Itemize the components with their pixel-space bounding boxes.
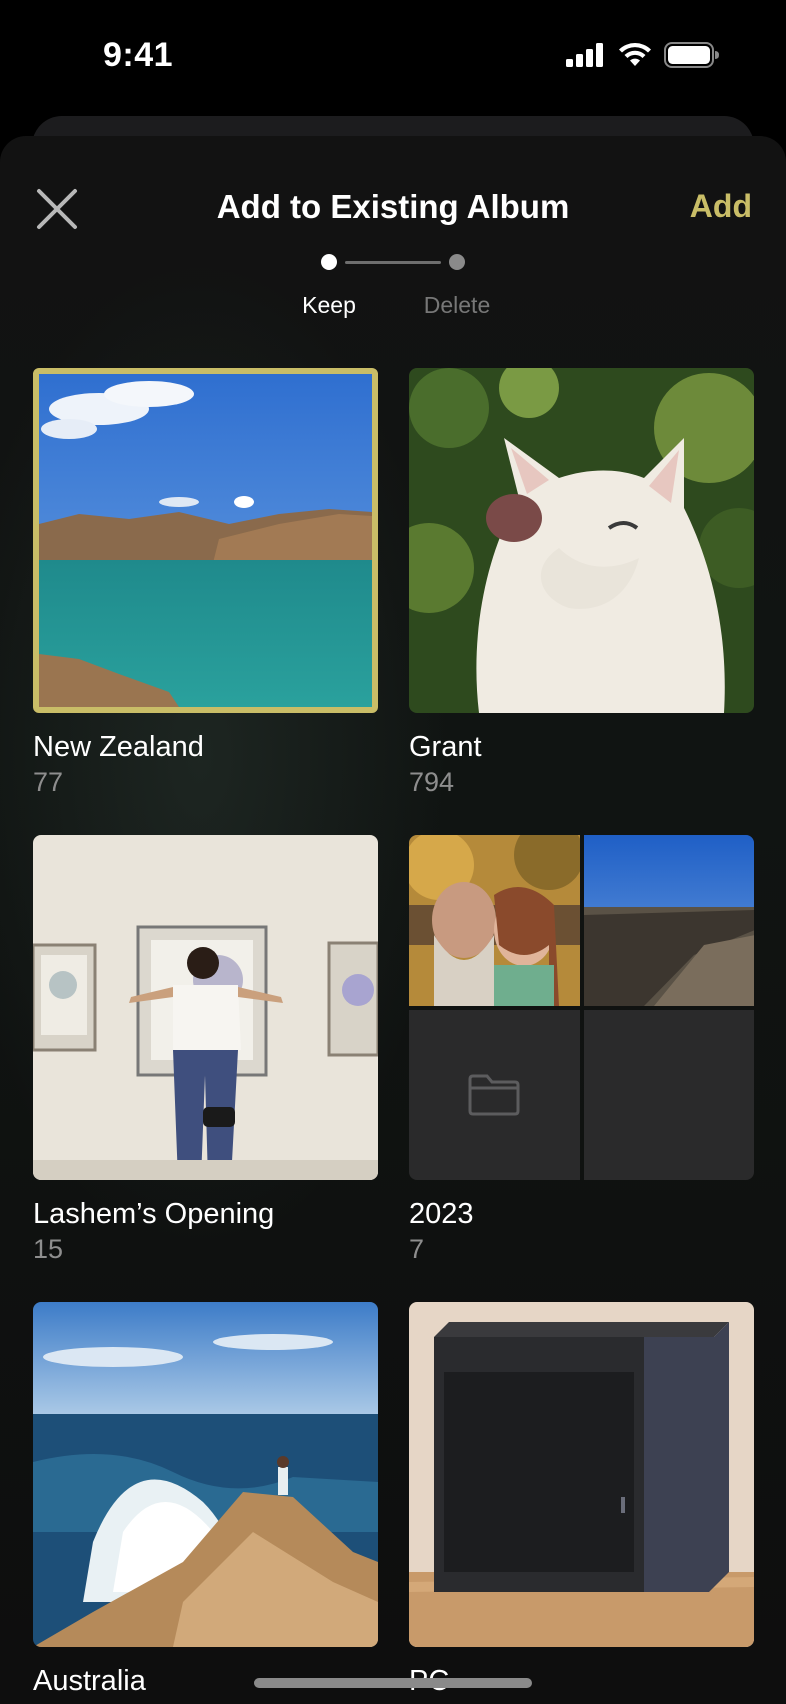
sheet-header: Add to Existing Album Add Keep Delete <box>0 136 786 336</box>
wifi-icon <box>619 43 651 66</box>
step-label-keep[interactable]: Keep <box>279 292 379 319</box>
album-thumbnail[interactable] <box>33 1302 378 1647</box>
album-name: 2023 <box>409 1198 474 1230</box>
white-dog-image <box>409 368 754 713</box>
home-indicator[interactable] <box>254 1678 532 1688</box>
album-thumbnail[interactable] <box>33 835 378 1180</box>
status-bar: 9:41 <box>0 0 786 110</box>
album-tile-australia[interactable]: Australia <box>33 1302 378 1697</box>
ocean-cliff-image <box>33 1302 378 1647</box>
selfie-couple-image <box>409 835 580 1006</box>
album-thumbnail[interactable] <box>33 368 378 713</box>
album-thumbnail-grid[interactable] <box>409 835 754 1180</box>
album-tile-new-zealand[interactable]: New Zealand 77 <box>33 368 378 797</box>
cellular-signal-icon <box>566 43 603 67</box>
album-thumbnail-cell <box>409 1009 580 1180</box>
status-icons <box>566 42 720 68</box>
battery-icon <box>664 42 719 68</box>
canyon-image <box>583 835 754 1006</box>
album-name: Grant <box>409 731 482 763</box>
album-tile-grant[interactable]: Grant 794 <box>409 368 754 797</box>
album-thumbnail-cell <box>409 835 580 1006</box>
add-button[interactable]: Add <box>690 188 752 225</box>
step-dot-keep[interactable] <box>321 254 337 270</box>
album-thumbnail-cell <box>583 1009 754 1180</box>
status-time: 9:41 <box>103 36 174 74</box>
step-connector <box>345 261 441 264</box>
step-dot-delete[interactable] <box>449 254 465 270</box>
album-count: 15 <box>33 1234 64 1264</box>
step-label-delete[interactable]: Delete <box>407 292 507 319</box>
album-count: 794 <box>409 767 455 797</box>
album-tile-lashems-opening[interactable]: Lashem’s Opening 15 <box>33 835 378 1264</box>
album-picker-sheet: Add to Existing Album Add Keep Delete Ne… <box>0 136 786 1704</box>
sheet-title: Add to Existing Album <box>216 188 570 225</box>
album-count: 77 <box>33 767 64 797</box>
lake-landscape-image <box>39 374 372 707</box>
album-thumbnail[interactable] <box>409 368 754 713</box>
keep-delete-stepper[interactable]: Keep Delete <box>302 254 490 344</box>
album-thumbnail-cell <box>583 835 754 1006</box>
album-thumbnail[interactable] <box>409 1302 754 1647</box>
album-name: Australia <box>33 1665 146 1697</box>
folder-icon <box>468 1074 520 1116</box>
album-tile-2023[interactable]: 2023 7 <box>409 835 754 1264</box>
album-name: New Zealand <box>33 731 204 763</box>
album-count: 7 <box>409 1234 425 1264</box>
gallery-person-image <box>33 835 378 1180</box>
album-tile-pc[interactable]: PC <box>409 1302 754 1697</box>
album-name: Lashem’s Opening <box>33 1198 275 1230</box>
pc-case-image <box>409 1302 754 1647</box>
